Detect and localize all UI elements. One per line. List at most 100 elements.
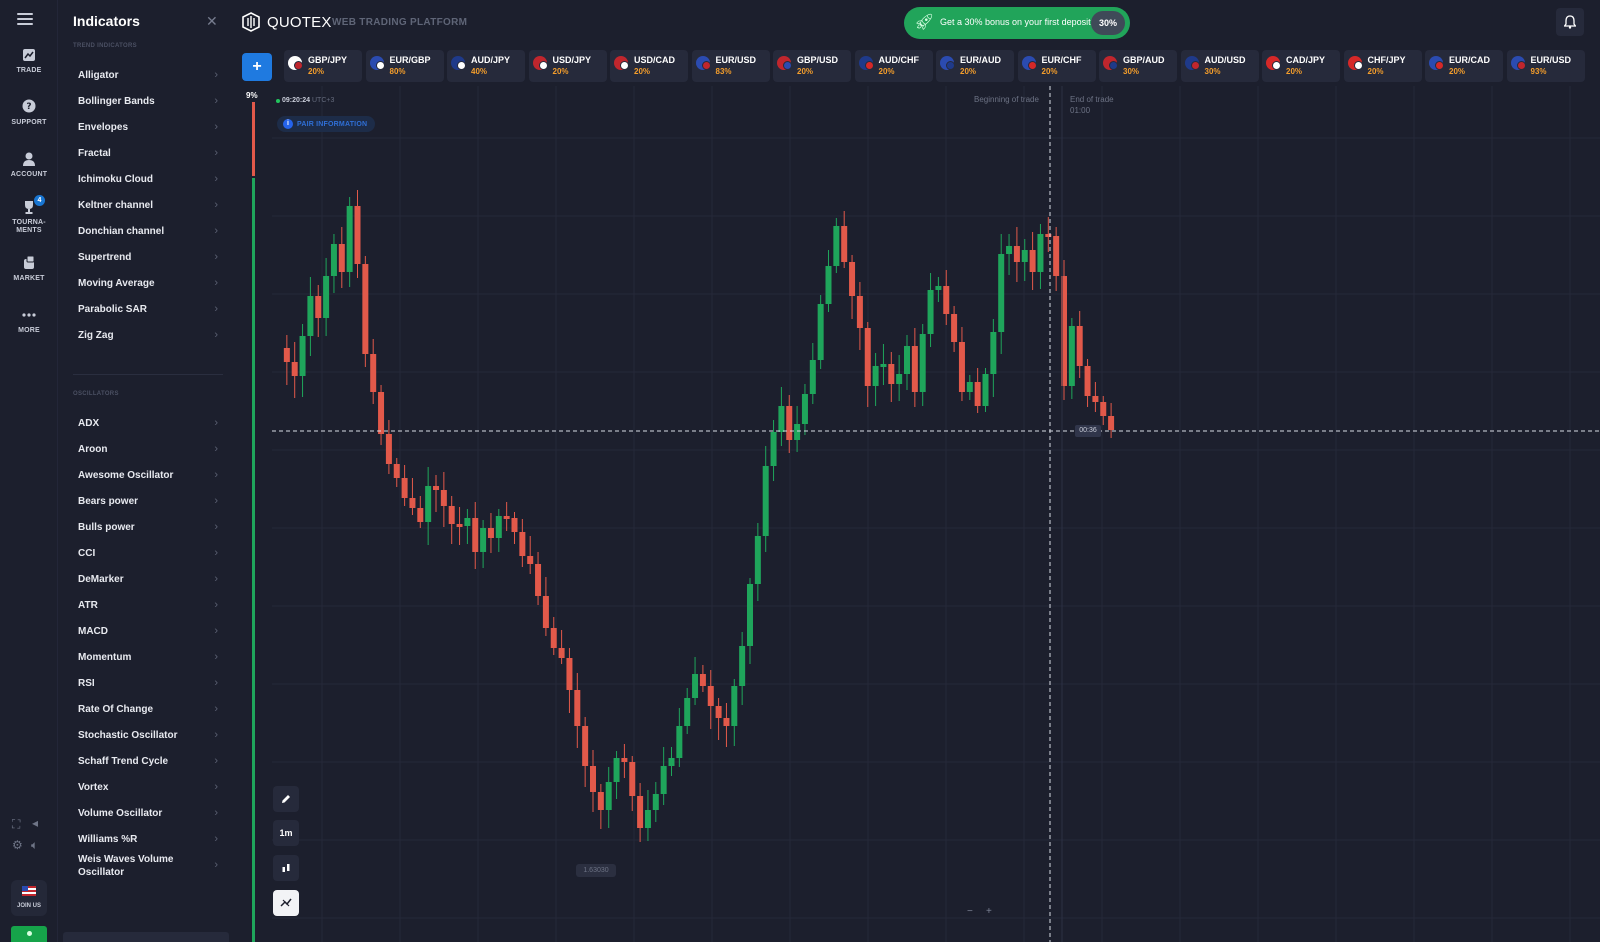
candle-body bbox=[417, 508, 424, 522]
indicator-item[interactable]: CCI › bbox=[78, 547, 218, 560]
indicator-item[interactable]: Fractal › bbox=[78, 147, 218, 160]
asset-tab[interactable]: EUR/USD 83% bbox=[691, 50, 770, 82]
indicator-item[interactable]: DeMarker › bbox=[78, 573, 218, 586]
asset-payout: 20% bbox=[960, 67, 977, 76]
flag-icon bbox=[701, 61, 711, 70]
indicator-label: Keltner channel bbox=[78, 200, 154, 211]
asset-tab[interactable]: EUR/CAD 20% bbox=[1425, 50, 1503, 82]
rail-more[interactable]: MORE bbox=[0, 306, 58, 335]
indicator-item[interactable]: Stochastic Oscillator › bbox=[78, 729, 218, 742]
indicator-label: Donchian channel bbox=[78, 226, 165, 237]
zoom-in-button[interactable]: + bbox=[986, 906, 992, 917]
pair-information-button[interactable]: i PAIR INFORMATION bbox=[277, 116, 376, 132]
indicator-item[interactable]: Bulls power › bbox=[78, 521, 218, 534]
asset-tab[interactable]: AUD/JPY 40% bbox=[447, 50, 525, 82]
chevron-right-icon: › bbox=[214, 199, 218, 211]
asset-tab[interactable]: GBP/AUD 30% bbox=[1099, 50, 1177, 82]
timeframe-button[interactable]: 1m bbox=[273, 820, 299, 846]
indicator-item[interactable]: MACD › bbox=[78, 625, 218, 638]
asset-tab[interactable]: USD/JPY 20% bbox=[528, 50, 607, 82]
chart-type-button[interactable] bbox=[273, 855, 299, 881]
indicator-item[interactable]: Bollinger Bands › bbox=[78, 95, 218, 108]
asset-payout: 40% bbox=[471, 67, 488, 76]
asset-tab[interactable]: AUD/CHF 20% bbox=[854, 50, 933, 82]
indicator-item[interactable]: Keltner channel › bbox=[78, 199, 218, 212]
indicator-item[interactable]: ADX › bbox=[78, 417, 218, 430]
bell-icon bbox=[1564, 15, 1576, 29]
candle-body bbox=[699, 674, 706, 686]
indicator-item[interactable]: Williams %R › bbox=[78, 833, 218, 846]
top-header: QUOTEX WEB TRADING PLATFORM 🚀︎ Get a 30%… bbox=[234, 0, 1600, 46]
asset-tab[interactable]: EUR/USD 93% bbox=[1506, 50, 1585, 82]
indicator-item[interactable]: ATR › bbox=[78, 599, 218, 612]
indicator-item[interactable]: Moving Average › bbox=[78, 277, 218, 290]
indicator-item[interactable]: Envelopes › bbox=[78, 121, 218, 134]
candle-body bbox=[723, 718, 730, 726]
asset-tab[interactable]: CAD/JPY 20% bbox=[1262, 50, 1340, 82]
chart-canvas[interactable] bbox=[252, 86, 1600, 942]
candle-body bbox=[958, 342, 965, 392]
indicator-item[interactable]: Rate Of Change › bbox=[78, 703, 218, 716]
indicator-item[interactable]: Aroon › bbox=[78, 443, 218, 456]
hamburger-menu-icon[interactable] bbox=[17, 13, 33, 25]
fullscreen-icon[interactable]: ⛶ bbox=[12, 817, 20, 832]
indicator-item[interactable]: Schaff Trend Cycle › bbox=[78, 755, 218, 768]
indicator-item[interactable]: Bears power › bbox=[78, 495, 218, 508]
add-asset-button[interactable]: + bbox=[242, 53, 272, 81]
asset-pair: USD/JPY bbox=[552, 55, 592, 65]
brand-logo[interactable]: QUOTEX bbox=[241, 12, 332, 32]
asset-tab[interactable]: GBP/JPY 20% bbox=[284, 50, 362, 82]
asset-tab[interactable]: USD/CAD 20% bbox=[610, 50, 688, 82]
chevron-right-icon: › bbox=[214, 469, 218, 481]
sound-icon[interactable]: 🔈︎ bbox=[31, 838, 38, 853]
candle-body bbox=[668, 758, 675, 766]
indicator-item[interactable]: Vortex › bbox=[78, 781, 218, 794]
bonus-promo-banner[interactable]: 🚀︎ Get a 30% bonus on your first deposit… bbox=[904, 7, 1130, 39]
server-time: 09:20:24 UTC+3 bbox=[282, 97, 334, 104]
asset-pair: GBP/JPY bbox=[308, 55, 348, 65]
indicator-item[interactable]: Momentum › bbox=[78, 651, 218, 664]
join-us-button[interactable]: JOIN US bbox=[11, 880, 47, 916]
asset-tab[interactable]: EUR/GBP 80% bbox=[365, 50, 444, 82]
indicator-item[interactable]: RSI › bbox=[78, 677, 218, 690]
indicator-item[interactable]: Volume Oscillator › bbox=[78, 807, 218, 820]
asset-payout: 20% bbox=[1367, 67, 1384, 76]
candlestick-chart[interactable] bbox=[252, 86, 1600, 942]
rail-market[interactable]: MARKET bbox=[0, 254, 58, 283]
back-arrow-icon[interactable]: ◂ bbox=[32, 816, 38, 830]
indicator-item[interactable]: Ichimoku Cloud › bbox=[78, 173, 218, 186]
chevron-right-icon: › bbox=[214, 173, 218, 185]
candle-body bbox=[487, 528, 494, 538]
settings-gear-icon[interactable]: ⚙ bbox=[12, 838, 23, 852]
rail-trade[interactable]: TRADE bbox=[0, 46, 58, 75]
indicator-item[interactable]: Donchian channel › bbox=[78, 225, 218, 238]
asset-tab[interactable]: GBP/USD 20% bbox=[773, 50, 851, 82]
flag-icon bbox=[946, 61, 955, 70]
draw-tool-button[interactable] bbox=[273, 786, 299, 812]
indicator-label: ATR bbox=[78, 600, 98, 611]
indicator-item[interactable]: Weis Waves Volume Oscillator › bbox=[78, 853, 218, 879]
notifications-button[interactable] bbox=[1556, 8, 1584, 36]
online-status-button[interactable] bbox=[11, 926, 47, 942]
close-icon[interactable]: ✕ bbox=[206, 13, 218, 30]
indicator-item[interactable]: Awesome Oscillator › bbox=[78, 469, 218, 482]
asset-tab[interactable]: AUD/USD 30% bbox=[1180, 50, 1259, 82]
asset-pair: EUR/USD bbox=[715, 55, 757, 65]
indicator-item[interactable]: Supertrend › bbox=[78, 251, 218, 264]
indicator-item[interactable]: Alligator › bbox=[78, 69, 218, 82]
zoom-out-button[interactable]: − bbox=[967, 906, 973, 917]
flag-icon bbox=[22, 886, 36, 896]
live-dot-icon bbox=[276, 99, 280, 103]
indicator-label: Williams %R bbox=[78, 834, 138, 845]
candle-body bbox=[503, 516, 510, 519]
platform-subtitle: WEB TRADING PLATFORM bbox=[332, 17, 468, 28]
indicator-item[interactable]: Parabolic SAR › bbox=[78, 303, 218, 316]
asset-tab[interactable]: EUR/AUD 20% bbox=[936, 50, 1014, 82]
asset-tab[interactable]: CHF/JPY 20% bbox=[1343, 50, 1422, 82]
indicators-toggle-button[interactable] bbox=[273, 890, 299, 916]
asset-tab[interactable]: EUR/CHF 20% bbox=[1017, 50, 1096, 82]
rail-tournaments[interactable]: 4 TOURNA-MENTS bbox=[0, 195, 58, 235]
indicator-item[interactable]: Zig Zag › bbox=[78, 329, 218, 342]
rail-support[interactable]: ? SUPPORT bbox=[0, 98, 58, 127]
rail-account[interactable]: ACCOUNT bbox=[0, 150, 58, 179]
